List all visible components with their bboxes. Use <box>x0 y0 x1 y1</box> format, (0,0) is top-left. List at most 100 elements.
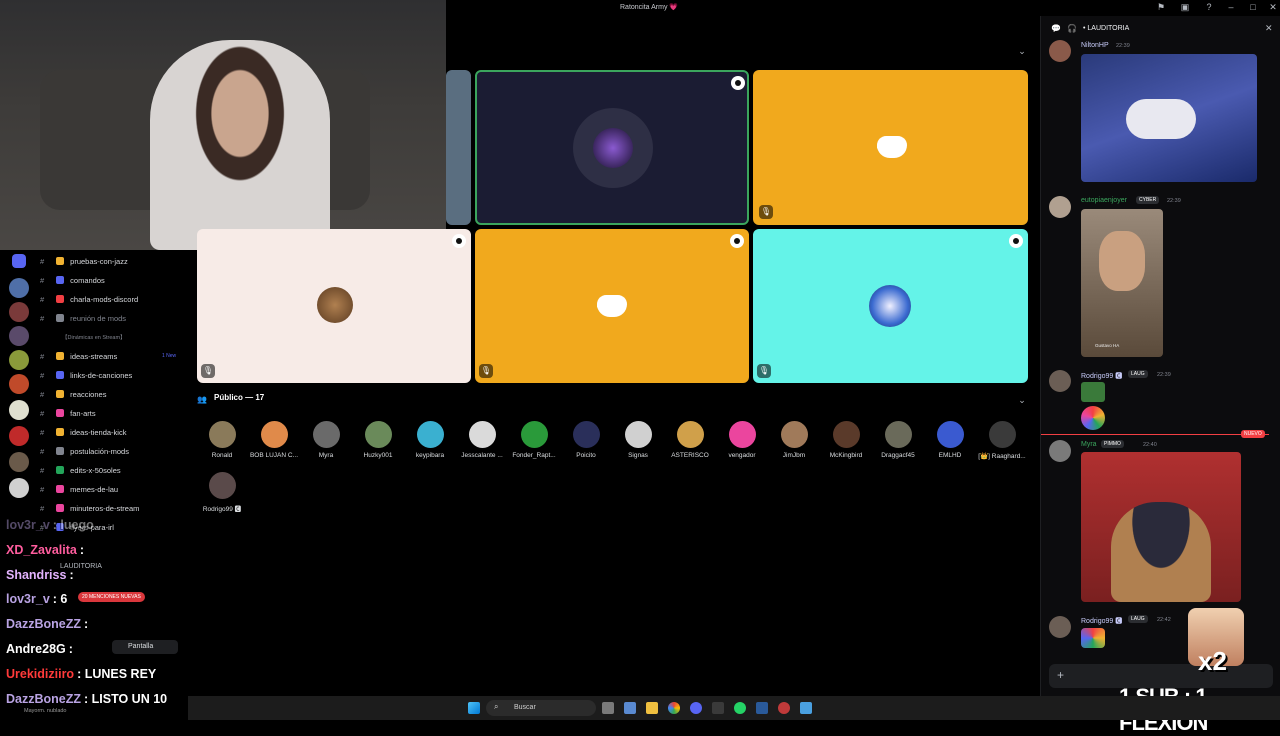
screen-icon[interactable]: ▣ <box>1180 2 1190 12</box>
chevron-down-icon[interactable]: ⌄ <box>1017 395 1027 405</box>
close-panel-icon[interactable]: ✕ <box>1265 23 1273 34</box>
audience-member[interactable]: Poicito <box>560 421 612 459</box>
channel-label: minuteros-de-stream <box>70 504 140 513</box>
avatar[interactable] <box>1049 40 1071 62</box>
audience-member[interactable]: Draggacf45 <box>872 421 924 459</box>
message-author[interactable]: eutopiaenjoyer <box>1081 197 1127 204</box>
audience-member[interactable]: vengador <box>716 421 768 459</box>
video-thumbnail[interactable]: Gustavo HA <box>1081 209 1163 357</box>
steam-icon[interactable] <box>756 702 768 714</box>
server-icon[interactable] <box>9 326 29 346</box>
avatar[interactable] <box>1049 196 1071 218</box>
settings-icon[interactable] <box>1009 234 1023 248</box>
participant-tile[interactable]: 🎙 <box>753 70 1028 225</box>
member-name: Draggacf45 <box>881 452 915 459</box>
message-author[interactable]: NiltonHP <box>1081 42 1109 49</box>
participant-tile-speaking[interactable]: 🎙 <box>475 70 749 225</box>
server-icon[interactable] <box>9 278 29 298</box>
sticker[interactable] <box>1081 406 1105 430</box>
audience-member[interactable]: Jesscalante ... <box>456 421 508 459</box>
task-view-icon[interactable] <box>602 702 614 714</box>
audience-member[interactable]: BOB LUJAN C... <box>248 421 300 459</box>
channel-item[interactable]: # postulación-mods <box>40 447 129 456</box>
close-icon[interactable]: ✕ <box>1268 2 1278 12</box>
whatsapp-icon[interactable] <box>734 702 746 714</box>
channel-item[interactable]: # edits-x-50soles <box>40 466 121 475</box>
taskbar-search[interactable]: ⌕ Buscar <box>486 700 596 716</box>
message-author[interactable]: Rodrigo99 🅲 <box>1081 371 1122 381</box>
server-icon[interactable] <box>9 374 29 394</box>
server-icon[interactable] <box>9 478 29 498</box>
channel-item[interactable]: # fan-arts <box>40 409 96 418</box>
file-explorer-icon[interactable] <box>646 702 658 714</box>
audience-member[interactable]: Ronald <box>196 421 248 459</box>
role-badge: CYBER <box>1136 196 1160 204</box>
message-author[interactable]: Myra <box>1081 441 1097 448</box>
settings-icon[interactable] <box>730 234 744 248</box>
avatar[interactable] <box>1049 370 1071 392</box>
avatar[interactable] <box>1049 616 1071 638</box>
audience-member[interactable]: Signas <box>612 421 664 459</box>
obs-icon[interactable] <box>778 702 790 714</box>
help-icon[interactable]: ? <box>1204 2 1214 12</box>
direct-messages-icon[interactable] <box>12 254 26 268</box>
settings-icon[interactable] <box>452 234 466 248</box>
app-icon[interactable] <box>712 702 724 714</box>
channel-category[interactable]: 【Dinámicas en Stream】 <box>62 333 126 341</box>
server-icon[interactable] <box>9 350 29 370</box>
channel-item[interactable]: # memes-de-lau <box>40 485 118 494</box>
channel-item[interactable]: # ideas-streams 1 New <box>40 352 176 361</box>
channel-item[interactable]: # ideas-tienda-kick <box>40 428 126 437</box>
audience-member[interactable]: JimJbm <box>768 421 820 459</box>
minimize-icon[interactable]: – <box>1226 2 1236 12</box>
cat-image[interactable] <box>1081 452 1241 602</box>
channel-emoji-icon <box>56 504 65 512</box>
participant-tile[interactable]: 🎙 <box>753 229 1028 383</box>
audience-member[interactable]: Myra <box>300 421 352 459</box>
server-icon[interactable] <box>9 400 29 420</box>
channel-item[interactable]: # charla-mods-discord <box>40 295 138 304</box>
audience-member[interactable]: keypibara <box>404 421 456 459</box>
participant-tile[interactable] <box>446 70 471 225</box>
chrome-icon[interactable] <box>668 702 680 714</box>
audience-member[interactable]: Huzky001 <box>352 421 404 459</box>
settings-icon[interactable] <box>731 76 745 90</box>
sticker[interactable] <box>1081 628 1105 648</box>
audience-member[interactable]: Fonder_Rapt... <box>508 421 560 459</box>
chevron-down-icon[interactable]: ⌄ <box>1017 46 1027 56</box>
avatar[interactable] <box>1049 440 1071 462</box>
channel-item[interactable]: # links-de-canciones <box>40 371 132 380</box>
share-screen-button[interactable]: Pantalla <box>112 640 178 654</box>
inbox-icon[interactable]: ⚑ <box>1156 2 1166 12</box>
app-icon[interactable] <box>624 702 636 714</box>
new-label: NUEVO <box>1241 430 1265 438</box>
server-icon[interactable] <box>9 426 29 446</box>
server-icon[interactable] <box>9 302 29 322</box>
gif-sleeping-duck[interactable] <box>1081 54 1257 182</box>
discord-icon[interactable] <box>690 702 702 714</box>
maximize-icon[interactable]: □ <box>1248 2 1258 12</box>
audience-icon: 👥 <box>197 395 207 404</box>
audience-member[interactable]: [👑] Raaghard... <box>976 421 1028 460</box>
server-icon[interactable] <box>9 452 29 472</box>
mentions-pill[interactable]: 20 MENCIONES NUEVAS <box>78 592 145 602</box>
audience-member[interactable]: ASTERISCO <box>664 421 716 459</box>
sticker[interactable] <box>1081 382 1105 402</box>
message-author[interactable]: Rodrigo99 🅲 <box>1081 616 1122 626</box>
audience-member[interactable]: McKingbird <box>820 421 872 459</box>
channel-item[interactable]: # reacciones <box>40 390 106 399</box>
channel-item[interactable]: # comandos <box>40 276 105 285</box>
channel-item[interactable]: # reunión de mods <box>40 314 126 323</box>
avatar <box>624 421 652 448</box>
app-icon[interactable] <box>800 702 812 714</box>
windows-start-icon[interactable] <box>468 702 480 714</box>
message-time: 22:39 <box>1167 198 1181 204</box>
channel-item[interactable]: # pruebas-con-jazz <box>40 257 128 266</box>
audience-member[interactable]: EMLHD <box>924 421 976 459</box>
participant-tile[interactable]: 🎙 <box>475 229 749 383</box>
audience-member[interactable]: Rodrigo99 🅲 <box>196 472 248 513</box>
participant-tile[interactable]: 🎙 <box>197 229 471 383</box>
channel-hash-icon: # <box>40 295 45 304</box>
add-attachment-icon[interactable]: + <box>1057 668 1064 682</box>
channel-item[interactable]: # minuteros-de-stream <box>40 504 139 513</box>
